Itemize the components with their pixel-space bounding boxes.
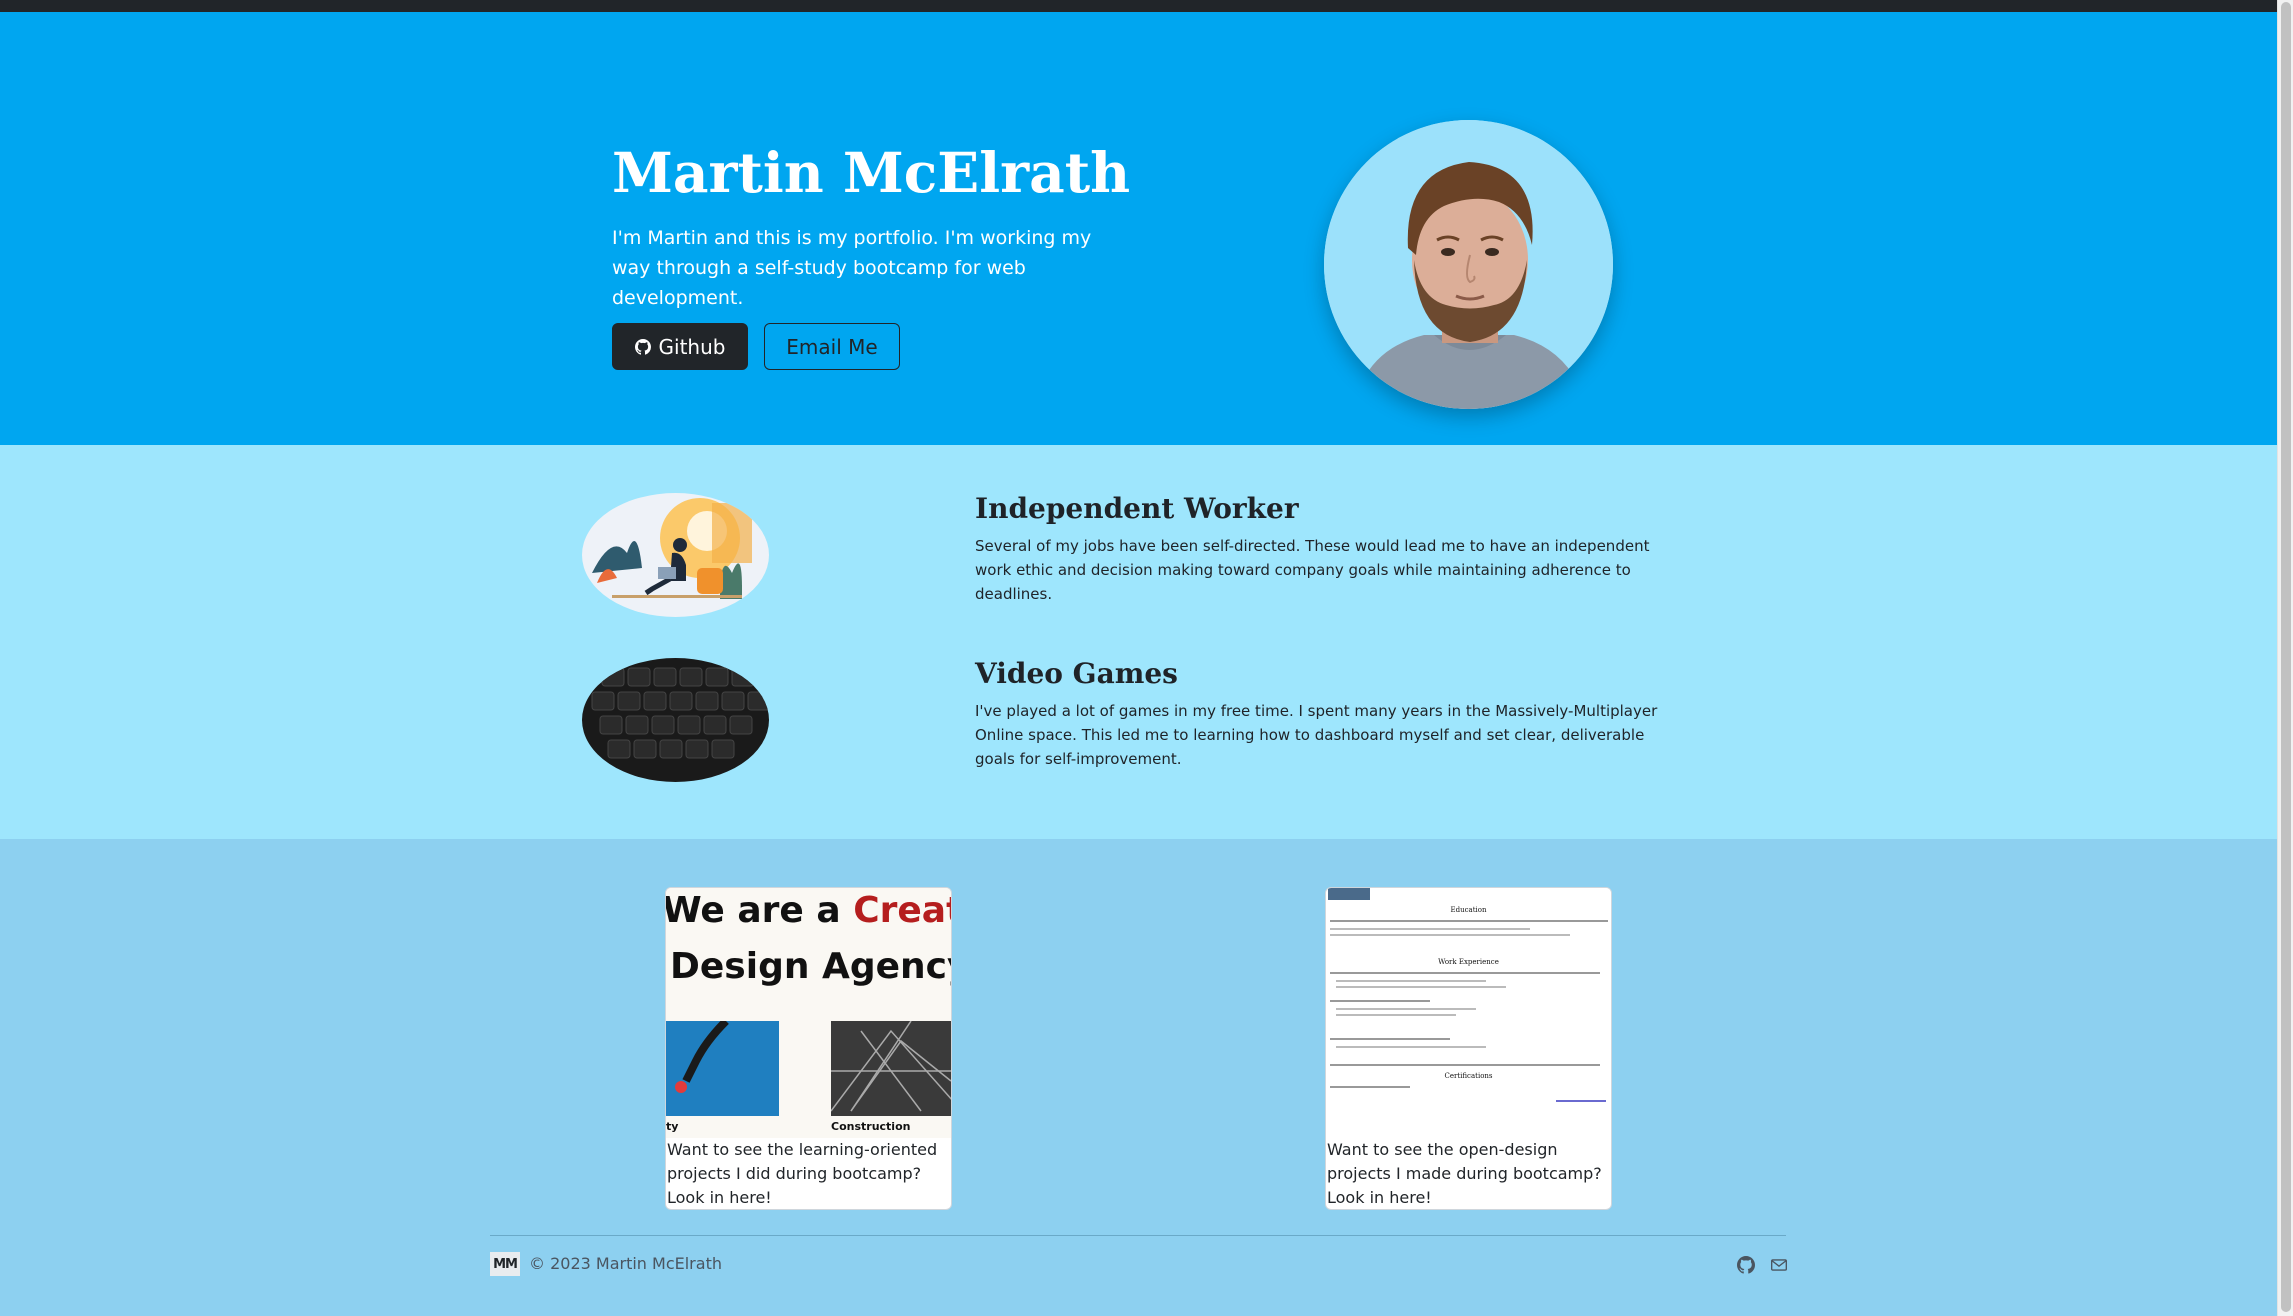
email-me-button[interactable]: Email Me xyxy=(764,323,900,370)
github-button[interactable]: Github xyxy=(612,323,748,370)
footer-logo[interactable]: MM xyxy=(490,1252,520,1276)
footer-divider xyxy=(490,1235,1786,1236)
scrollbar-thumb[interactable] xyxy=(2281,2,2291,1312)
hero-description: I'm Martin and this is my portfolio. I'm… xyxy=(612,227,1092,309)
feature-text-independent-worker: Several of my jobs have been self-direct… xyxy=(975,537,1650,603)
hero-section: Martin McElrath I'm Martin and this is m… xyxy=(0,12,2277,445)
project-thumbnail-open-design: Education Work Experience Certifications xyxy=(1326,888,1611,1138)
footer-copyright: © 2023 Martin McElrath xyxy=(529,1254,722,1273)
thumb-caption-left: ty xyxy=(666,1120,679,1133)
github-button-label: Github xyxy=(658,334,726,359)
thumb-accent: Creative xyxy=(853,890,951,931)
independent-worker-illustration xyxy=(582,493,769,617)
hero-title: Martin McElrath xyxy=(612,140,1131,205)
thumb-heading-education: Education xyxy=(1450,906,1487,914)
feature-text-video-games: I've played a lot of games in my free ti… xyxy=(975,702,1658,768)
top-navbar-strip xyxy=(0,0,2277,12)
project-card-open-design[interactable]: Education Work Experience Certifications… xyxy=(1325,887,1612,1210)
project-card-learning[interactable]: We are a Creative Design Agency ty Const… xyxy=(665,887,952,1210)
project-thumbnail-learning: We are a Creative Design Agency ty Const… xyxy=(666,888,951,1138)
thumb-line1: We are a xyxy=(666,890,854,931)
feature-title-independent-worker: Independent Worker xyxy=(975,492,1299,525)
thumb-photo-pool xyxy=(666,1018,779,1116)
project-card-open-design-text: Want to see the open-design projects I m… xyxy=(1327,1140,1602,1207)
thumb-caption-right: Construction xyxy=(831,1120,911,1133)
thumb-photo-construction xyxy=(830,1020,951,1116)
page-scrollbar[interactable] xyxy=(2277,0,2293,1316)
email-button-label: Email Me xyxy=(786,334,878,359)
feature-title-video-games: Video Games xyxy=(975,657,1178,690)
profile-photo xyxy=(1324,120,1613,409)
github-icon xyxy=(634,338,651,355)
features-section: Independent Worker Several of my jobs ha… xyxy=(0,445,2277,839)
keyboard-photo xyxy=(582,658,769,782)
thumb-line2: Design Agency xyxy=(670,946,951,987)
envelope-icon[interactable] xyxy=(1770,1256,1788,1274)
thumb-heading-certifications: Certifications xyxy=(1444,1072,1493,1080)
project-card-learning-text: Want to see the learning-oriented projec… xyxy=(667,1140,938,1207)
github-icon[interactable] xyxy=(1737,1256,1755,1274)
thumb-heading-work: Work Experience xyxy=(1438,958,1499,966)
